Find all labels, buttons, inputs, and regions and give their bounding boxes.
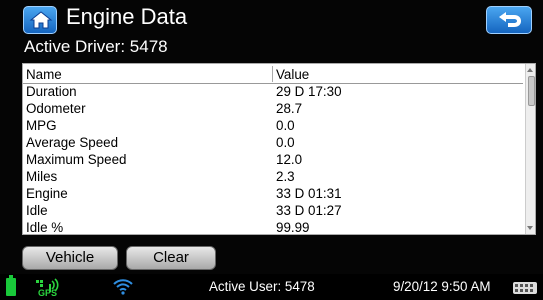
wifi-icon	[113, 279, 133, 295]
scroll-down-icon[interactable]	[527, 226, 533, 230]
table-row[interactable]: Engine 33 D 01:31	[23, 185, 523, 202]
back-button[interactable]	[486, 6, 532, 34]
row-value: 28.7	[276, 101, 303, 116]
gps-label: GPS	[38, 288, 58, 298]
row-value: 99.99	[276, 220, 310, 235]
scroll-thumb[interactable]	[528, 76, 535, 106]
row-value: 0.0	[276, 118, 295, 133]
home-button[interactable]	[23, 6, 57, 34]
keyboard-icon[interactable]	[513, 282, 537, 294]
page-title: Engine Data	[66, 4, 188, 29]
table-row[interactable]: Odometer 28.7	[23, 100, 523, 117]
battery-icon	[6, 275, 16, 296]
back-arrow-icon	[499, 12, 521, 27]
row-value: 33 D 01:31	[276, 186, 342, 201]
table-row[interactable]: Duration 29 D 17:30	[23, 83, 523, 100]
row-name: Idle	[26, 203, 48, 218]
home-icon	[29, 11, 53, 29]
active-driver-label: Active Driver: 5478	[24, 37, 168, 56]
row-name: Average Speed	[26, 135, 119, 150]
table-row[interactable]: Average Speed 0.0	[23, 134, 523, 151]
table-row[interactable]: MPG 0.0	[23, 117, 523, 134]
vehicle-button[interactable]: Vehicle	[22, 246, 118, 270]
table-row[interactable]: Miles 2.3	[23, 168, 523, 185]
row-name: Miles	[26, 169, 58, 184]
column-header-value: Value	[276, 67, 310, 82]
table-row[interactable]: Idle % 99.99	[23, 219, 523, 235]
table-row[interactable]: Idle 33 D 01:27	[23, 202, 523, 219]
column-header-name: Name	[26, 67, 62, 82]
row-value: 12.0	[276, 152, 303, 167]
clear-button[interactable]: Clear	[126, 246, 216, 270]
row-name: Idle %	[26, 220, 64, 235]
screen: Engine Data Active Driver: 5478 Name Val…	[0, 0, 543, 300]
table-row[interactable]: Maximum Speed 12.0	[23, 151, 523, 168]
row-name: Maximum Speed	[26, 152, 127, 167]
date-time-label: 9/20/12 9:50 AM	[393, 279, 491, 294]
status-bar: GPS Active User: 5478 9/20/12 9:50 AM	[0, 274, 543, 300]
row-value: 2.3	[276, 169, 295, 184]
row-value: 0.0	[276, 135, 295, 150]
engine-data-table: Name Value Duration 29 D 17:30 Odometer …	[22, 63, 536, 235]
row-name: Engine	[26, 186, 68, 201]
table-scrollbar[interactable]	[525, 64, 535, 234]
row-name: MPG	[26, 118, 57, 133]
column-divider	[272, 66, 273, 82]
row-name: Odometer	[26, 101, 86, 116]
row-value: 33 D 01:27	[276, 203, 342, 218]
scroll-up-icon[interactable]	[527, 68, 533, 72]
active-user-label: Active User: 5478	[209, 279, 315, 294]
row-name: Duration	[26, 84, 77, 99]
table-header: Name Value	[23, 66, 523, 84]
row-value: 29 D 17:30	[276, 84, 342, 99]
